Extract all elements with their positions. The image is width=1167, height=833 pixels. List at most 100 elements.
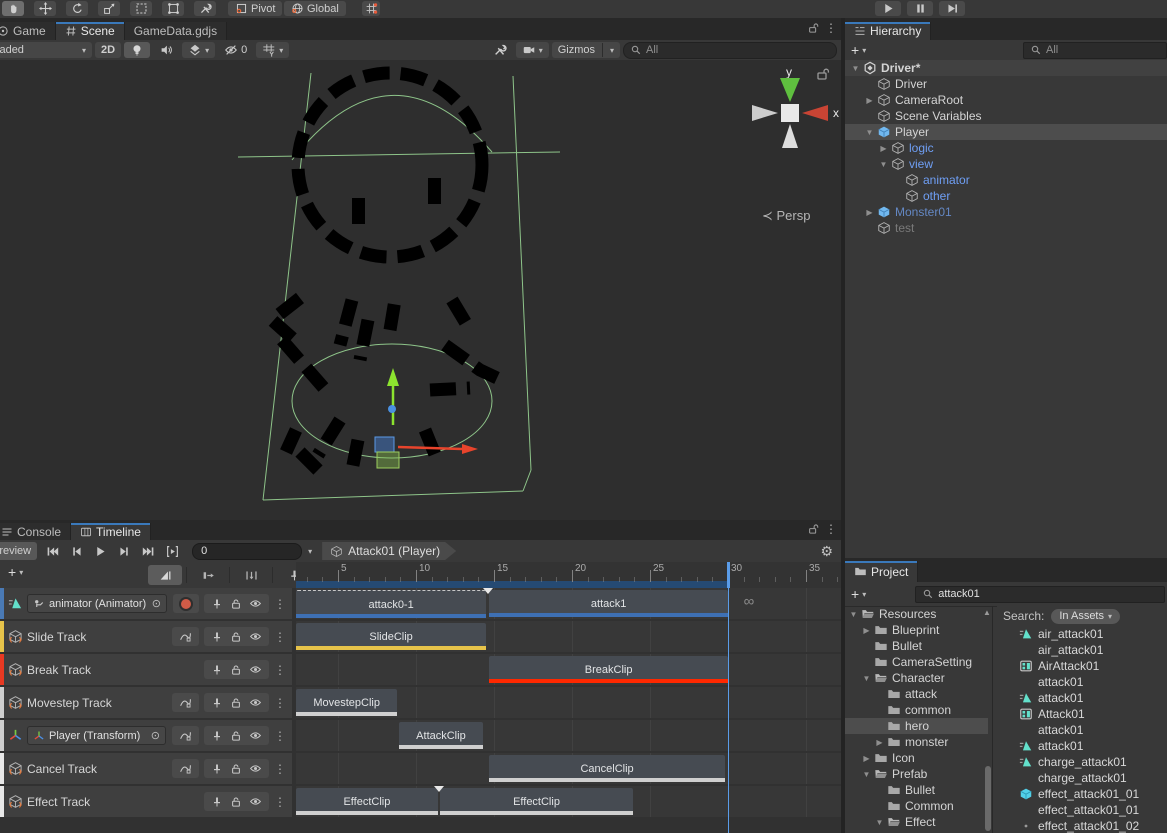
scene-search-input[interactable]: All — [623, 42, 837, 59]
ripple-mode-button[interactable] — [191, 565, 225, 585]
tab-project[interactable]: Project — [845, 561, 918, 582]
eye-icon[interactable] — [249, 729, 262, 742]
expand-right-arrow-icon[interactable]: ▶ — [873, 738, 886, 747]
hierarchy-item-view[interactable]: ▼view — [845, 156, 1167, 172]
record-button[interactable] — [173, 594, 199, 613]
hierarchy-item-monster01[interactable]: ▶Monster01 — [845, 204, 1167, 220]
skip-start-button[interactable] — [40, 542, 64, 560]
project-search-input[interactable]: attack01 — [915, 586, 1165, 603]
clip-ease-marker-icon[interactable] — [483, 588, 493, 594]
timeline-add-button[interactable]: +▾ — [2, 564, 29, 580]
asset-result-effect-attack01-02[interactable]: effect_attack01_02 — [997, 818, 1167, 833]
move-tool-button[interactable] — [34, 1, 56, 16]
hierarchy-item-player[interactable]: ▼Player — [845, 124, 1167, 140]
track-header-movestep-track[interactable]: Movestep Track⋮ — [0, 687, 292, 718]
project-folder-prefab[interactable]: ▼Prefab — [845, 766, 988, 782]
grid-snap-button[interactable] — [362, 1, 380, 16]
hierarchy-item-other[interactable]: other — [845, 188, 1167, 204]
scene-visibility-toggle[interactable]: 0 — [218, 42, 253, 58]
scene-effects-dropdown[interactable]: ▾ — [182, 42, 215, 58]
gizmos-dropdown[interactable]: Gizmos▾ — [552, 42, 620, 58]
track-header-slide-track[interactable]: Slide Track⋮ — [0, 621, 292, 652]
pin-icon[interactable] — [211, 664, 223, 676]
expand-right-arrow-icon[interactable]: ▶ — [860, 626, 873, 635]
scene-camera-dropdown[interactable]: ▾ — [516, 42, 549, 58]
object-picker-icon[interactable]: ⊙ — [151, 729, 160, 742]
track-lane-player-transform[interactable]: AttackClip — [296, 720, 841, 751]
eye-icon[interactable] — [249, 663, 262, 676]
project-folder-character[interactable]: ▼Character — [845, 670, 988, 686]
track-binding-field[interactable]: animator (Animator)⊙ — [27, 594, 167, 613]
play-button[interactable] — [88, 542, 112, 560]
expand-right-arrow-icon[interactable]: ▶ — [863, 208, 876, 217]
scale-tool-button[interactable] — [98, 1, 120, 16]
track-options-kebab-icon[interactable]: ⋮ — [274, 796, 286, 808]
replace-mode-button[interactable] — [234, 565, 268, 585]
global-button[interactable]: Global — [284, 1, 346, 16]
asset-result-airattack01[interactable]: AirAttack01 — [997, 658, 1167, 674]
pin-icon[interactable] — [211, 598, 223, 610]
project-folder-bullet[interactable]: Bullet — [845, 638, 988, 654]
scene-lighting-toggle[interactable] — [124, 42, 150, 58]
projection-mode-label[interactable]: ≺ Persp — [762, 208, 810, 224]
pivot-button[interactable]: Pivot — [228, 1, 282, 16]
clip-breakclip[interactable]: BreakClip — [489, 656, 728, 683]
project-folder-common[interactable]: Common — [845, 798, 988, 814]
hierarchy-search-input[interactable]: All — [1023, 42, 1167, 59]
track-lane-slide-track[interactable]: SlideClip — [296, 621, 841, 652]
prev-frame-button[interactable] — [64, 542, 88, 560]
clip-effectclip[interactable]: EffectClip — [296, 788, 438, 815]
clip-attack0-1[interactable]: attack0-1 — [296, 590, 486, 618]
track-options-kebab-icon[interactable]: ⋮ — [274, 664, 286, 676]
expand-down-arrow-icon[interactable]: ▼ — [860, 674, 873, 683]
asset-result-attack01[interactable]: attack01 — [997, 690, 1167, 706]
lock-icon[interactable] — [230, 697, 242, 709]
track-options-kebab-icon[interactable]: ⋮ — [274, 631, 286, 643]
eye-icon[interactable] — [249, 630, 262, 643]
track-binding-field[interactable]: Player (Transform)⊙ — [27, 726, 166, 745]
frame-unit-dropdown[interactable]: ▾ — [308, 547, 312, 556]
rotate-tool-button[interactable] — [66, 1, 88, 16]
track-lane-break-track[interactable]: BreakClip — [296, 654, 841, 685]
project-folder-camerasetting[interactable]: CameraSetting — [845, 654, 988, 670]
track-options-kebab-icon[interactable]: ⋮ — [274, 697, 286, 709]
expand-down-arrow-icon[interactable]: ▼ — [847, 610, 860, 619]
curves-toggle-button[interactable] — [172, 726, 199, 745]
track-header-break-track[interactable]: Break Track⋮ — [0, 654, 292, 685]
clip-effectclip[interactable]: EffectClip — [440, 788, 633, 815]
eye-icon[interactable] — [249, 795, 262, 808]
ruler-playhead-marker[interactable] — [727, 562, 730, 588]
project-folder-icon[interactable]: ▶Icon — [845, 750, 988, 766]
project-folder-attack[interactable]: attack — [845, 686, 988, 702]
eye-icon[interactable] — [249, 597, 262, 610]
track-lane-animator-animator[interactable]: attack0-1attack1∞ — [296, 588, 841, 619]
asset-result-attack01[interactable]: attack01 — [997, 722, 1167, 738]
expand-down-arrow-icon[interactable]: ▼ — [873, 818, 886, 827]
tab-game[interactable]: Game — [0, 22, 56, 40]
lock-icon[interactable] — [230, 796, 242, 808]
clip-attackclip[interactable]: AttackClip — [399, 722, 483, 749]
expand-down-arrow-icon[interactable]: ▼ — [877, 160, 890, 169]
project-tree-scrollbar[interactable]: ▲ — [983, 606, 992, 833]
clip-slideclip[interactable]: SlideClip — [296, 623, 486, 650]
unlock-icon[interactable] — [807, 523, 819, 535]
custom-tools-tool-button[interactable] — [194, 1, 216, 16]
project-folder-monster[interactable]: ▶monster — [845, 734, 988, 750]
lock-icon[interactable] — [230, 730, 242, 742]
tab-scene[interactable]: Scene — [56, 22, 125, 40]
skip-end-button[interactable] — [136, 542, 160, 560]
timeline-settings-gear-icon[interactable]: ⚙ — [820, 543, 833, 560]
scrollbar-thumb[interactable] — [985, 766, 991, 831]
hierarchy-item-driver[interactable]: Driver — [845, 76, 1167, 92]
timeline-end-playhead[interactable] — [728, 588, 729, 833]
2d-toggle-button[interactable]: 2D — [95, 42, 121, 58]
track-header-effect-track[interactable]: Effect Track⋮ — [0, 786, 292, 817]
expand-right-arrow-icon[interactable]: ▶ — [863, 96, 876, 105]
expand-down-arrow-icon[interactable]: ▼ — [860, 770, 873, 779]
curves-toggle-button[interactable] — [172, 759, 199, 778]
pin-icon[interactable] — [211, 730, 223, 742]
scene-viewport[interactable]: y x ≺ Persp — [0, 60, 841, 520]
transform-tool-button[interactable] — [162, 1, 184, 16]
search-scope-dropdown[interactable]: In Assets▾ — [1051, 609, 1120, 624]
project-folder-common[interactable]: common — [845, 702, 988, 718]
